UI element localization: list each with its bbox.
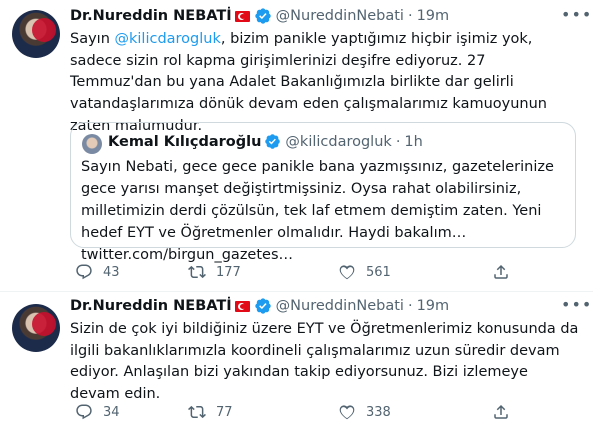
- reply-button[interactable]: 43: [75, 263, 120, 281]
- retweet-icon: [188, 265, 206, 279]
- heart-icon: [339, 405, 355, 420]
- reply-count: 43: [103, 264, 120, 280]
- like-button[interactable]: 338: [338, 403, 391, 421]
- quoted-tweet[interactable]: Kemal Kılıçdaroğlu @kilicdarogluk · 1h S…: [70, 122, 576, 263]
- heart-icon: [339, 265, 355, 280]
- reply-icon: [76, 404, 92, 420]
- tweet-time[interactable]: 19m: [417, 298, 450, 314]
- quoted-author-handle: @kilicdarogluk: [285, 133, 392, 150]
- quoted-tweet-time: 1h: [404, 133, 423, 150]
- separator-dot: ·: [407, 298, 413, 314]
- author-name[interactable]: Dr.Nureddin NEBATİ: [70, 298, 232, 314]
- quoted-author-name: Kemal Kılıçdaroğlu: [108, 133, 262, 150]
- retweet-count: 177: [216, 264, 241, 280]
- share-icon: [494, 404, 508, 419]
- retweet-icon: [188, 405, 206, 419]
- tweet-actions: 43 177 561: [0, 263, 593, 283]
- verified-badge-icon: [265, 134, 281, 149]
- like-count: 338: [366, 404, 391, 420]
- like-count: 561: [366, 264, 391, 280]
- mention-link[interactable]: @kilicdarogluk: [115, 31, 221, 47]
- share-icon: [494, 264, 508, 279]
- avatar[interactable]: [12, 10, 60, 58]
- reply-icon: [76, 264, 92, 280]
- share-button[interactable]: [492, 403, 510, 421]
- tweet-text-prefix: Sayın: [70, 31, 115, 47]
- author-name[interactable]: Dr.Nureddin NEBATİ: [70, 8, 232, 24]
- retweet-count: 77: [216, 404, 233, 420]
- like-button[interactable]: 561: [338, 263, 391, 281]
- reply-count: 34: [103, 404, 120, 420]
- verified-badge-icon: [254, 8, 271, 24]
- share-button[interactable]: [492, 263, 510, 281]
- tweet-time[interactable]: 19m: [417, 8, 450, 24]
- author-handle[interactable]: @NureddinNebati: [276, 8, 404, 24]
- quoted-header: Kemal Kılıçdaroğlu @kilicdarogluk · 1h: [108, 133, 423, 150]
- tweet[interactable]: Dr.Nureddin NEBATİ @NureddinNebati · 19m…: [0, 0, 593, 291]
- reply-button[interactable]: 34: [75, 403, 120, 421]
- more-icon[interactable]: •••: [561, 297, 591, 318]
- author-handle[interactable]: @NureddinNebati: [276, 298, 404, 314]
- avatar[interactable]: [12, 304, 60, 352]
- retweet-button[interactable]: 77: [188, 403, 233, 421]
- separator-dot: ·: [407, 8, 413, 24]
- retweet-button[interactable]: 177: [188, 263, 241, 281]
- verified-badge-icon: [254, 298, 271, 314]
- more-icon[interactable]: •••: [561, 7, 591, 28]
- quoted-avatar[interactable]: [82, 134, 102, 154]
- turkey-flag-icon: [234, 10, 250, 22]
- tweet-header: Dr.Nureddin NEBATİ @NureddinNebati · 19m: [70, 296, 449, 316]
- separator-dot: ·: [395, 133, 401, 150]
- tweet-header: Dr.Nureddin NEBATİ @NureddinNebati · 19m: [70, 6, 449, 26]
- quoted-tweet-text: Sayın Nebati, gece gece panikle bana yaz…: [81, 159, 554, 263]
- turkey-flag-icon: [234, 300, 250, 312]
- tweet-text: Sizin de çok iyi bildiğiniz üzere EYT ve…: [70, 321, 579, 403]
- tweet[interactable]: Dr.Nureddin NEBATİ @NureddinNebati · 19m…: [0, 292, 593, 431]
- tweet-actions: 34 77 338: [0, 403, 593, 423]
